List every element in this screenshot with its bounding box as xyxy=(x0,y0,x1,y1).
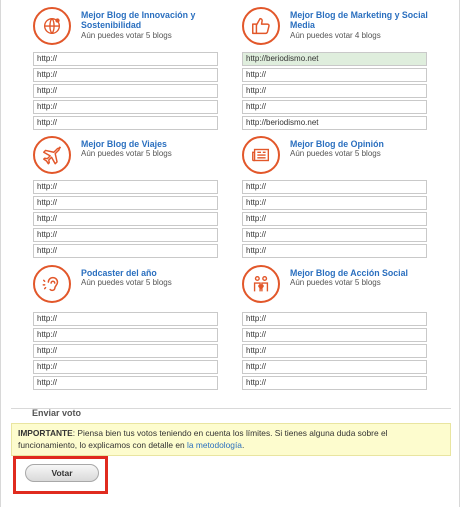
blog-url-input[interactable] xyxy=(33,100,218,114)
metodologia-link[interactable]: la metodología xyxy=(187,440,242,450)
blog-url-input[interactable] xyxy=(242,244,427,258)
newspaper-icon xyxy=(242,136,280,174)
blog-url-input[interactable] xyxy=(242,196,427,210)
blog-url-input[interactable] xyxy=(33,312,218,326)
category-podcaster: Podcaster del año Aún puedes votar 5 blo… xyxy=(33,265,221,390)
blog-url-input[interactable] xyxy=(33,68,218,82)
category-marketing: Mejor Blog de Marketing y Social Media A… xyxy=(242,7,430,130)
blog-url-input[interactable] xyxy=(33,244,218,258)
blog-url-input[interactable] xyxy=(33,212,218,226)
blog-url-input[interactable] xyxy=(33,376,218,390)
blog-url-input[interactable] xyxy=(242,84,427,98)
category-subtitle: Aún puedes votar 5 blogs xyxy=(81,149,172,158)
category-title: Mejor Blog de Acción Social xyxy=(290,268,408,278)
blog-url-input[interactable] xyxy=(242,116,427,130)
airplane-icon xyxy=(33,136,71,174)
category-title: Mejor Blog de Viajes xyxy=(81,139,167,149)
blog-url-input[interactable] xyxy=(33,116,218,130)
blog-url-input[interactable] xyxy=(242,68,427,82)
category-opinion: Mejor Blog de Opinión Aún puedes votar 5… xyxy=(242,136,430,258)
category-subtitle: Aún puedes votar 5 blogs xyxy=(290,149,381,158)
blog-url-input[interactable] xyxy=(33,360,218,374)
category-innovacion: Mejor Blog de Innovación y Sostenibilida… xyxy=(33,7,221,130)
category-title: Mejor Blog de Opinión xyxy=(290,139,384,149)
category-viajes: Mejor Blog de Viajes Aún puedes votar 5 … xyxy=(33,136,221,258)
important-notice: IMPORTANTE: Piensa bien tus votos tenien… xyxy=(11,423,451,456)
globe-network-icon xyxy=(33,7,71,45)
blog-url-input[interactable] xyxy=(33,84,218,98)
blog-url-input[interactable] xyxy=(33,180,218,194)
blog-url-input[interactable] xyxy=(242,180,427,194)
category-title: Mejor Blog de Marketing y Social Media xyxy=(290,10,428,30)
blog-url-input[interactable] xyxy=(242,100,427,114)
category-subtitle: Aún puedes votar 5 blogs xyxy=(81,31,172,40)
blog-url-input[interactable] xyxy=(33,344,218,358)
blog-url-input[interactable] xyxy=(242,52,427,66)
category-accion-social: Mejor Blog de Acción Social Aún puedes v… xyxy=(242,265,430,390)
category-subtitle: Aún puedes votar 5 blogs xyxy=(81,278,172,287)
vote-button[interactable]: Votar xyxy=(25,464,99,482)
notice-end: . xyxy=(241,440,245,450)
blog-url-input[interactable] xyxy=(242,376,427,390)
notice-label: IMPORTANTE xyxy=(18,428,73,438)
category-title: Mejor Blog de Innovación y Sostenibilida… xyxy=(81,10,196,30)
blog-url-input[interactable] xyxy=(33,228,218,242)
blog-url-input[interactable] xyxy=(242,328,427,342)
blog-url-input[interactable] xyxy=(242,228,427,242)
category-subtitle: Aún puedes votar 5 blogs xyxy=(290,278,381,287)
blog-url-input[interactable] xyxy=(33,196,218,210)
blog-url-input[interactable] xyxy=(242,312,427,326)
people-heart-icon xyxy=(242,265,280,303)
thumbs-up-icon xyxy=(242,7,280,45)
enviar-voto-heading: Enviar voto xyxy=(32,408,82,418)
blog-url-input[interactable] xyxy=(33,328,218,342)
blog-url-input[interactable] xyxy=(33,52,218,66)
category-subtitle: Aún puedes votar 4 blogs xyxy=(290,31,381,40)
blog-url-input[interactable] xyxy=(242,360,427,374)
ear-icon xyxy=(33,265,71,303)
blog-url-input[interactable] xyxy=(242,344,427,358)
category-title: Podcaster del año xyxy=(81,268,157,278)
blog-url-input[interactable] xyxy=(242,212,427,226)
